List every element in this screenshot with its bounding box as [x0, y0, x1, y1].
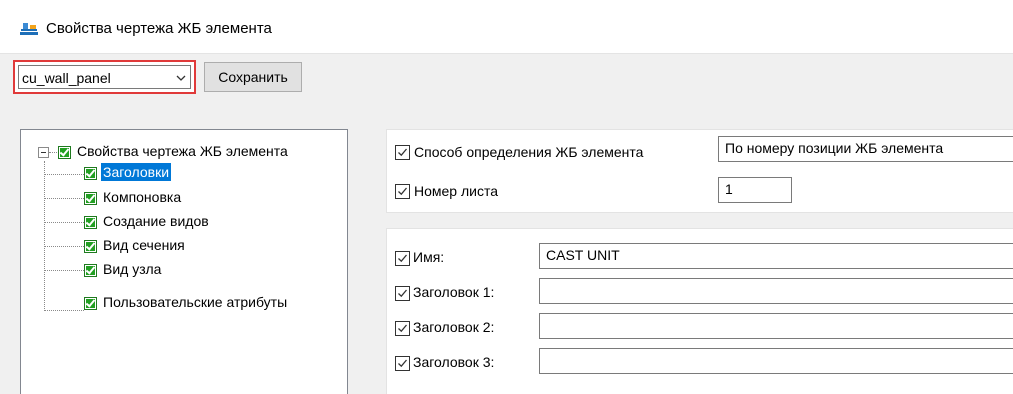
save-button[interactable]: Сохранить — [204, 62, 302, 92]
tree-connector — [44, 246, 84, 247]
title3-checkbox[interactable] — [395, 356, 410, 371]
preset-select-highlight: cu_wall_panel — [13, 60, 196, 94]
tree-item-section-view[interactable]: Вид сечения — [103, 237, 185, 253]
property-tree: Свойства чертежа ЖБ элемента Заголовки К… — [20, 129, 348, 394]
tree-item-headers[interactable]: Заголовки — [101, 163, 172, 181]
checkmark-icon — [398, 254, 407, 263]
tree-connector — [44, 222, 84, 223]
collapse-icon[interactable] — [38, 147, 49, 158]
tree-item-checkbox[interactable] — [84, 192, 97, 205]
title1-field[interactable] — [539, 278, 1013, 304]
tree-connector — [44, 198, 84, 199]
sheet-number-field[interactable]: 1 — [718, 177, 792, 203]
drawing-properties-icon — [20, 23, 38, 35]
name-field[interactable]: CAST UNIT — [539, 243, 1013, 269]
tree-connector — [49, 152, 57, 153]
tree-item-detail-view[interactable]: Вид узла — [103, 261, 161, 277]
preset-select-value: cu_wall_panel — [22, 70, 111, 86]
checkmark-icon — [398, 359, 407, 368]
tree-connector — [44, 310, 84, 311]
name-checkbox[interactable] — [395, 251, 410, 266]
title2-label: Заголовок 2: — [413, 319, 495, 335]
tree-connector — [44, 270, 84, 271]
checkmark-icon — [398, 148, 407, 157]
tree-item-checkbox[interactable] — [84, 216, 97, 229]
title2-checkbox[interactable] — [395, 321, 410, 336]
title3-label: Заголовок 3: — [413, 354, 495, 370]
tree-item-checkbox[interactable] — [84, 167, 97, 180]
method-checkbox[interactable] — [395, 145, 410, 160]
title-bar: Свойства чертежа ЖБ элемента — [0, 0, 1013, 54]
checkmark-icon — [398, 289, 407, 298]
tree-connector — [44, 174, 84, 175]
sheet-checkbox[interactable] — [395, 184, 410, 199]
titles-group: Имя: CAST UNIT Заголовок 1: Заголовок 2:… — [386, 228, 1013, 394]
checkmark-icon — [398, 187, 407, 196]
settings-group: Способ определения ЖБ элемента По номеру… — [386, 129, 1013, 213]
sheet-label: Номер листа — [414, 183, 499, 199]
title1-checkbox[interactable] — [395, 286, 410, 301]
chevron-down-icon[interactable] — [175, 72, 187, 84]
title3-field[interactable] — [539, 348, 1013, 374]
name-label: Имя: — [413, 249, 445, 265]
tree-item-checkbox[interactable] — [84, 297, 97, 310]
tree-item-user-attributes[interactable]: Пользовательские атрибуты — [103, 294, 287, 310]
checkmark-icon — [398, 324, 407, 333]
method-field[interactable]: По номеру позиции ЖБ элемента — [718, 136, 1013, 162]
tree-root-checkbox[interactable] — [58, 146, 71, 159]
tree-item-layout[interactable]: Компоновка — [103, 189, 181, 205]
tree-root-label[interactable]: Свойства чертежа ЖБ элемента — [77, 143, 288, 159]
title1-label: Заголовок 1: — [413, 284, 495, 300]
window-title: Свойства чертежа ЖБ элемента — [46, 20, 272, 37]
tree-item-checkbox[interactable] — [84, 264, 97, 277]
tree-connector — [44, 161, 45, 311]
tree-item-checkbox[interactable] — [84, 240, 97, 253]
preset-select[interactable]: cu_wall_panel — [18, 65, 191, 89]
method-label: Способ определения ЖБ элемента — [414, 144, 644, 160]
title2-field[interactable] — [539, 313, 1013, 339]
tree-item-create-views[interactable]: Создание видов — [103, 213, 209, 229]
